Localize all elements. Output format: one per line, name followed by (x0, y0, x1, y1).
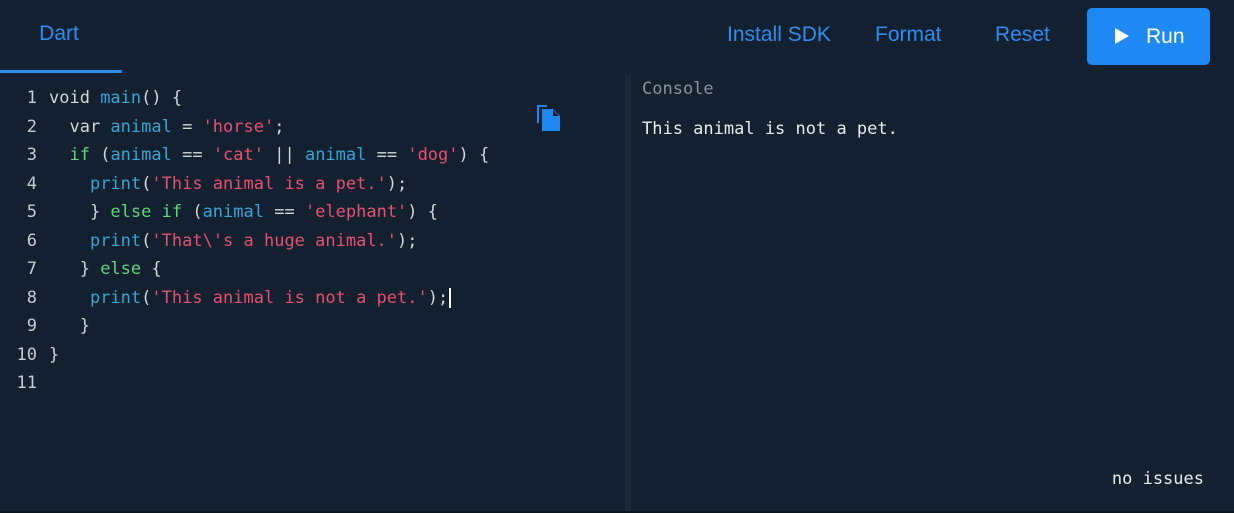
code-token: 'cat' (212, 145, 264, 165)
code-token: ); (427, 287, 449, 308)
code-token: animal (304, 145, 367, 165)
code-token: else if (110, 202, 183, 222)
reset-button[interactable]: Reset (995, 23, 1050, 47)
line-code: if (animal == 'cat' || animal == 'dog') … (49, 141, 489, 170)
code-token: else (100, 259, 142, 279)
code-line[interactable]: 3 if (animal == 'cat' || animal == 'dog'… (0, 141, 625, 170)
code-token: main (100, 88, 142, 108)
line-code: print('This animal is a pet.'); (49, 170, 407, 199)
code-token: animal (110, 145, 172, 165)
play-icon (1115, 28, 1129, 44)
code-token: animal (110, 116, 172, 137)
code-token: ( (182, 202, 203, 222)
code-token: print (89, 230, 142, 251)
code-line[interactable]: 8 print('This animal is not a pet.'); (0, 284, 625, 313)
code-line[interactable]: 2 var animal = 'horse'; (0, 113, 625, 142)
run-button[interactable]: Run (1087, 8, 1210, 65)
line-code: print('That\'s a huge animal.'); (49, 227, 418, 256)
code-token: var (49, 116, 111, 137)
code-token: == (263, 202, 305, 222)
code-token: || (264, 145, 305, 165)
line-code: } else if (animal == 'elephant') { (49, 198, 438, 227)
code-token: 'dog' (407, 145, 459, 165)
code-token: 'That\'s a huge animal.' (151, 230, 398, 251)
code-token: ( (141, 287, 152, 308)
tab-active-indicator (0, 70, 122, 73)
line-number: 7 (26, 259, 37, 279)
code-token: ) { (407, 202, 439, 222)
console-title: Console (642, 79, 714, 99)
code-token: == (171, 145, 213, 165)
line-number: 5 (26, 202, 37, 222)
console-output: This animal is not a pet. (642, 119, 898, 139)
code-token: ); (386, 173, 408, 194)
text-cursor (449, 287, 452, 308)
line-code: print('This animal is not a pet.'); (49, 284, 452, 313)
line-code: } (49, 341, 59, 370)
code-token: == (366, 145, 408, 165)
line-number: 2 (26, 116, 37, 137)
line-code: var animal = 'horse'; (49, 113, 284, 142)
format-button[interactable]: Format (875, 23, 942, 47)
code-token: ( (89, 145, 111, 165)
code-token: void (49, 88, 101, 108)
tab-dart[interactable]: Dart (0, 0, 122, 74)
code-token: } (49, 316, 90, 336)
code-token: ) { (458, 145, 490, 165)
code-token: animal (202, 202, 264, 222)
run-button-label: Run (1146, 25, 1185, 48)
line-code: void main() { (49, 84, 182, 113)
code-line[interactable]: 5 } else if (animal == 'elephant') { (0, 198, 625, 227)
header: Dart Install SDK Format Reset Run (0, 0, 1234, 74)
code-line[interactable]: 6 print('That\'s a huge animal.'); (0, 227, 625, 256)
line-number: 10 (16, 344, 37, 365)
code-token: 'This animal is not a pet.' (151, 287, 428, 308)
line-number: 8 (26, 287, 37, 308)
code-token: if (49, 145, 90, 165)
code-line[interactable]: 1 void main() { (0, 84, 625, 113)
line-number: 11 (16, 373, 37, 393)
code-token: } (49, 344, 60, 365)
code-token: { (141, 259, 162, 279)
code-area[interactable]: 1 void main() {2 var animal = 'horse'; 3 i… (0, 84, 625, 398)
line-code: } else { (49, 255, 162, 284)
code-line[interactable]: 11 (0, 369, 625, 398)
line-code: } (49, 312, 90, 341)
code-token: ( (141, 173, 152, 194)
line-number: 3 (26, 145, 37, 165)
code-token: print (89, 173, 142, 194)
copy-icon[interactable] (536, 104, 562, 132)
code-token: 'horse' (202, 116, 275, 137)
code-token: = (171, 116, 203, 137)
code-line[interactable]: 9 } (0, 312, 625, 341)
code-token: () { (141, 88, 183, 108)
line-number: 6 (26, 230, 37, 251)
console-panel: Console This animal is not a pet. no iss… (631, 74, 1234, 511)
code-token: 'This animal is a pet.' (151, 173, 387, 194)
tab-dart-label: Dart (39, 22, 79, 45)
code-token: } (49, 202, 111, 222)
line-number: 9 (26, 316, 37, 336)
code-token: print (89, 287, 142, 308)
issues-status: no issues (1111, 469, 1204, 489)
code-token: } (49, 259, 101, 279)
code-token: ( (141, 230, 152, 251)
code-line[interactable]: 10} (0, 341, 625, 370)
code-token: ; (274, 116, 285, 137)
install-sdk-button[interactable]: Install SDK (727, 23, 831, 47)
line-number: 4 (26, 173, 37, 194)
code-editor[interactable]: 1 void main() {2 var animal = 'horse'; 3 i… (0, 74, 625, 511)
code-token: ); (397, 230, 418, 251)
line-number: 1 (26, 88, 37, 108)
code-line[interactable]: 4 print('This animal is a pet.'); (0, 170, 625, 199)
code-token: 'elephant' (304, 202, 408, 222)
code-line[interactable]: 7 } else { (0, 255, 625, 284)
